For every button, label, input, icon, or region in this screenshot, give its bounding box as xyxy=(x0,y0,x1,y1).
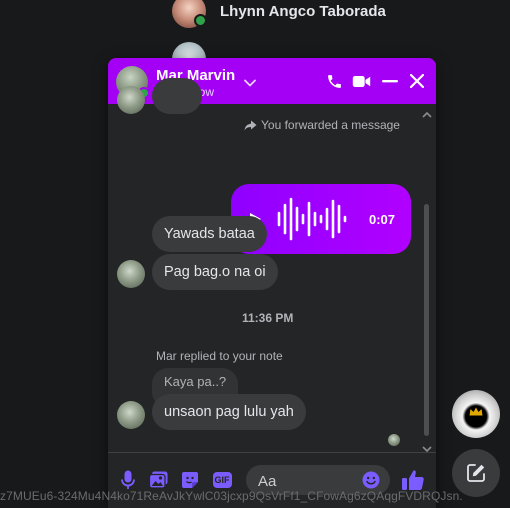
quoted-note-text: Kaya pa..? xyxy=(164,374,227,389)
message-bubble[interactable]: Pag bag.o na oi xyxy=(152,254,278,290)
read-receipt-avatar xyxy=(388,434,400,446)
minimize-icon[interactable] xyxy=(380,71,400,91)
chat-window: Mar Marvin Active now You forwarded a me… xyxy=(108,58,436,508)
status-bar-url: z7MUEu6-324Mu4N4ko71ReAvJkYwlC03jcxp9QsV… xyxy=(0,489,463,503)
sticker-icon[interactable] xyxy=(180,470,200,490)
contact-avatar xyxy=(117,260,145,288)
contact-avatar xyxy=(117,401,145,429)
chat-head-avatar[interactable] xyxy=(452,390,500,438)
scrollbar-thumb[interactable] xyxy=(424,204,429,436)
video-icon[interactable] xyxy=(351,71,371,91)
forwarded-text: You forwarded a message xyxy=(261,118,400,132)
message-bubble[interactable]: unsaon pag lulu yah xyxy=(152,394,306,430)
gif-label: GIF xyxy=(212,472,232,488)
image-icon[interactable] xyxy=(148,470,168,490)
forwarded-label: You forwarded a message xyxy=(244,118,400,132)
voice-duration: 0:07 xyxy=(369,212,396,227)
gif-icon[interactable]: GIF xyxy=(212,470,232,490)
contact-avatar xyxy=(117,86,145,114)
waveform-icon xyxy=(277,197,347,241)
contact-name: Lhynn Angco Taborada xyxy=(220,2,386,20)
reply-note-label: Mar replied to your note xyxy=(156,349,283,363)
contact-avatar xyxy=(172,0,207,28)
message-bubble-partial[interactable] xyxy=(152,78,202,114)
close-icon[interactable] xyxy=(407,71,427,91)
compose-icon xyxy=(466,463,486,488)
scroll-up-icon[interactable] xyxy=(422,106,432,124)
contact-row-lhynn[interactable]: Lhynn Angco Taborada xyxy=(172,0,386,28)
message-bubble[interactable]: Yawads bataa xyxy=(152,216,267,252)
crown-icon xyxy=(469,403,483,421)
online-status-dot xyxy=(194,14,207,27)
forward-icon xyxy=(244,120,257,130)
time-divider: 11:36 PM xyxy=(242,311,294,325)
message-list[interactable]: You forwarded a message 0:07 Yawads bata… xyxy=(108,78,436,452)
phone-icon[interactable] xyxy=(324,71,344,91)
chevron-down-icon[interactable] xyxy=(244,74,256,92)
microphone-icon[interactable] xyxy=(118,470,138,490)
